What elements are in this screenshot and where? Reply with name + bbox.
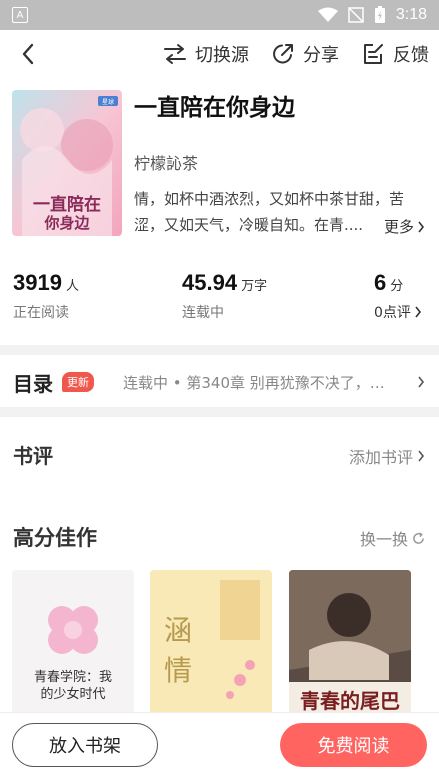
words-count: 45.94 xyxy=(182,270,238,295)
top-navigation-bar: 切换源 分享 反馈 xyxy=(0,30,439,78)
more-label: 更多 xyxy=(383,218,414,236)
book-cover-image: 星球 一直陪在 你身边 xyxy=(12,90,122,236)
chevron-right-icon xyxy=(418,450,425,462)
book-cover-image: 涵 情 xyxy=(150,570,272,720)
no-signal-icon xyxy=(348,7,364,23)
readers-count: 3919 xyxy=(13,270,62,295)
chevron-left-icon xyxy=(22,43,34,65)
add-review-button[interactable]: 添加书评 xyxy=(349,444,425,468)
cover-title-char-1: 涵 xyxy=(164,614,192,647)
add-to-shelf-button[interactable]: 放入书架 xyxy=(12,723,158,767)
status-bar: A 3:18 xyxy=(0,0,439,30)
share-label: 分享 xyxy=(303,45,339,66)
score-value: 6 xyxy=(374,270,387,295)
chevron-right-icon xyxy=(418,376,425,388)
book-stats: 3919 人 正在阅读 45.94 万字 连载中 6分 0点评 xyxy=(0,270,439,330)
refresh-button[interactable]: 换一换 xyxy=(360,526,425,550)
catalog-title: 目录 xyxy=(13,372,53,396)
words-unit: 万字 xyxy=(241,279,268,294)
latest-chapter: 连载中 • 第340章 别再犹豫不决了，… xyxy=(123,374,385,392)
serial-status-label: 连载中 xyxy=(182,305,224,321)
book-cover-image: 青春学院：我 的少女时代 xyxy=(12,570,134,720)
battery-charging-icon xyxy=(374,6,385,23)
refresh-label: 换一换 xyxy=(359,530,408,549)
book-title: 一直陪在你身边 xyxy=(134,95,295,121)
reviews-title: 书评 xyxy=(13,444,53,468)
update-badge: 更新 xyxy=(62,372,94,392)
cover-title-line-2: 的少女时代 xyxy=(40,686,105,702)
recommended-book[interactable]: 青春的尾巴 xyxy=(289,570,411,720)
cover-title-line-2: 你身边 xyxy=(43,214,90,232)
back-button[interactable] xyxy=(12,38,44,70)
recommended-book[interactable]: 涵 情 xyxy=(150,570,272,720)
share-button[interactable]: 分享 xyxy=(271,41,339,67)
cover-title-line-1: 一直陪在 xyxy=(33,194,101,215)
readers-label: 正在阅读 xyxy=(13,305,69,321)
review-count-label: 0点评 xyxy=(374,305,411,321)
section-divider xyxy=(0,407,439,417)
recommended-book[interactable]: 青春学院：我 的少女时代 xyxy=(12,570,134,720)
stat-readers: 3919 人 正在阅读 xyxy=(13,270,79,322)
book-cover[interactable]: 星球 一直陪在 你身边 xyxy=(12,90,122,236)
book-header: 星球 一直陪在 你身边 一直陪在你身边 柠檬訫茶 情，如杯中酒浓烈，又如杯中茶甘… xyxy=(0,88,439,238)
recommend-header: 高分佳作 换一换 xyxy=(0,510,439,560)
cover-title-char-2: 情 xyxy=(164,654,192,687)
feedback-label: 反馈 xyxy=(393,45,429,66)
add-review-label: 添加书评 xyxy=(348,448,413,467)
score-unit: 分 xyxy=(390,279,404,294)
stat-words: 45.94 万字 连载中 xyxy=(182,270,267,322)
stat-score[interactable]: 6分 0点评 xyxy=(374,270,422,322)
chevron-right-icon xyxy=(418,221,425,232)
wifi-icon xyxy=(317,7,338,22)
book-cover-image: 青春的尾巴 xyxy=(289,570,411,720)
switch-source-icon xyxy=(164,44,186,64)
more-description-button[interactable]: 更多 xyxy=(379,216,425,237)
free-read-button[interactable]: 免费阅读 xyxy=(280,723,427,767)
section-divider xyxy=(0,345,439,355)
bottom-action-bar: 放入书架 免费阅读 xyxy=(0,712,439,780)
catalog-row[interactable]: 目录 更新 连载中 • 第340章 别再犹豫不决了，… xyxy=(0,356,439,408)
cover-badge-text: 星球 xyxy=(102,98,114,106)
readers-unit: 人 xyxy=(65,279,79,294)
app-notification-icon: A xyxy=(12,7,28,23)
share-icon xyxy=(273,44,293,64)
chevron-right-icon xyxy=(415,306,421,318)
status-time: 3:18 xyxy=(395,6,427,23)
cover-title-line-1: 青春学院：我 xyxy=(34,669,112,685)
switch-source-label: 切换源 xyxy=(195,45,249,66)
recommended-books: 青春学院：我 的少女时代 涵 情 青春的尾巴 xyxy=(12,570,427,720)
reviews-section: 书评 添加书评 xyxy=(0,426,439,476)
book-author[interactable]: 柠檬訫茶 xyxy=(134,150,198,174)
recommend-title: 高分佳作 xyxy=(13,526,97,550)
feedback-edit-icon xyxy=(364,44,383,64)
switch-source-button[interactable]: 切换源 xyxy=(163,41,249,67)
feedback-button[interactable]: 反馈 xyxy=(361,41,429,67)
cover-title: 青春的尾巴 xyxy=(300,689,400,713)
refresh-icon xyxy=(413,531,424,544)
